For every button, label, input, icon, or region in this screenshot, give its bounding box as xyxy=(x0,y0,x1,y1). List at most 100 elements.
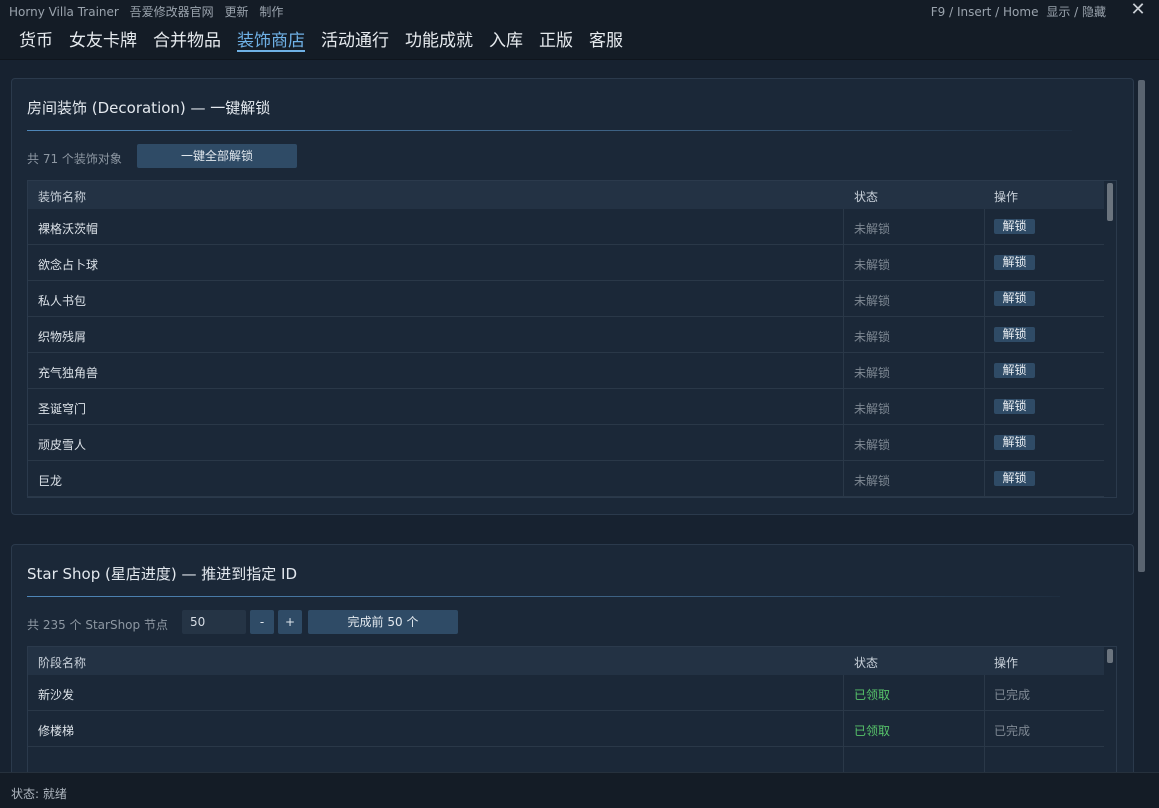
table-row: 圣诞穹门 未解锁 解锁 xyxy=(28,389,1106,425)
toggle-visibility-label[interactable]: 显示 / 隐藏 xyxy=(1046,5,1106,19)
column-header-status: 状态 xyxy=(854,190,879,204)
column-separator xyxy=(843,747,844,772)
close-icon[interactable]: ✕ xyxy=(1129,0,1147,20)
tab-girlfriend-cards[interactable]: 女友卡牌 xyxy=(69,26,137,52)
status-text: 状态: 就绪 xyxy=(11,787,67,801)
table-scrollbar-thumb[interactable] xyxy=(1107,649,1113,663)
main-scrollbar[interactable] xyxy=(1138,80,1145,572)
hotkey-hint: F9 / Insert / Home xyxy=(930,5,1039,19)
unlock-button[interactable]: 解锁 xyxy=(994,255,1035,270)
decoration-status: 未解锁 xyxy=(854,474,891,488)
divider xyxy=(27,596,1060,597)
tab-event-pass[interactable]: 活动通行 xyxy=(321,26,389,52)
column-separator xyxy=(843,711,844,747)
tab-decoration-shop[interactable]: 装饰商店 xyxy=(237,26,305,52)
unlock-button[interactable]: 解锁 xyxy=(994,471,1035,486)
column-separator xyxy=(984,245,985,281)
column-separator xyxy=(843,245,844,281)
column-separator xyxy=(843,353,844,389)
column-separator xyxy=(984,317,985,353)
column-header-name: 装饰名称 xyxy=(38,190,87,204)
decoration-name: 顽皮雪人 xyxy=(38,438,87,452)
title-bar-right: F9 / Insert / Home 显示 / 隐藏 xyxy=(927,3,1106,20)
unlock-all-button[interactable]: 一键全部解锁 xyxy=(137,144,297,168)
unlock-button[interactable]: 解锁 xyxy=(994,363,1035,378)
tab-currency[interactable]: 货币 xyxy=(19,26,53,52)
table-row: 巨龙 未解锁 解锁 xyxy=(28,461,1106,497)
stage-name: 新沙发 xyxy=(38,688,75,702)
column-separator xyxy=(843,209,844,245)
column-separator xyxy=(984,461,985,497)
decoration-name: 圣诞穹门 xyxy=(38,402,87,416)
column-separator xyxy=(843,675,844,711)
decoration-status: 未解锁 xyxy=(854,222,891,236)
column-header-action: 操作 xyxy=(994,190,1019,204)
column-separator xyxy=(843,317,844,353)
table-row: 顽皮雪人 未解锁 解锁 xyxy=(28,425,1106,461)
decoration-panel-title: 房间装饰 (Decoration) — 一键解锁 xyxy=(27,99,271,117)
stage-status: 已领取 xyxy=(854,688,891,702)
starshop-table: 阶段名称 状态 操作 新沙发 已领取 已完成 修楼梯 已领取 已完成 xyxy=(27,646,1117,772)
increment-button[interactable]: + xyxy=(278,610,302,634)
decoration-name: 私人书包 xyxy=(38,294,87,308)
column-separator xyxy=(984,209,985,245)
column-separator xyxy=(843,281,844,317)
starshop-count: 共 235 个 StarShop 节点 xyxy=(27,618,168,632)
decoration-status: 未解锁 xyxy=(854,330,891,344)
column-separator xyxy=(984,281,985,317)
complete-first-n-button[interactable]: 完成前 50 个 xyxy=(308,610,458,634)
column-separator xyxy=(843,425,844,461)
table-row: 裸格沃茨帽 未解锁 解锁 xyxy=(28,209,1106,245)
unlock-button[interactable]: 解锁 xyxy=(994,327,1035,342)
table-row: 修楼梯 已领取 已完成 xyxy=(28,711,1106,747)
title-bar: Horny Villa Trainer 吾爱修改器官网 更新 制作 F9 / I… xyxy=(0,0,1159,22)
unlock-button[interactable]: 解锁 xyxy=(994,291,1035,306)
tab-import[interactable]: 入库 xyxy=(489,26,523,52)
column-header-stage: 阶段名称 xyxy=(38,656,87,670)
table-row: 欲念占卜球 未解锁 解锁 xyxy=(28,245,1106,281)
tab-features-achievements[interactable]: 功能成就 xyxy=(405,26,473,52)
table-row: 充气独角兽 未解锁 解锁 xyxy=(28,353,1106,389)
table-scrollbar[interactable] xyxy=(1104,181,1116,497)
decoration-name: 织物残屑 xyxy=(38,330,87,344)
table-row: 织物残屑 未解锁 解锁 xyxy=(28,317,1106,353)
table-header: 装饰名称 状态 操作 xyxy=(28,181,1106,209)
main-tab-bar: 货币 女友卡牌 合并物品 装饰商店 活动通行 功能成就 入库 正版 客服 xyxy=(0,22,1159,60)
tab-genuine[interactable]: 正版 xyxy=(539,26,573,52)
divider xyxy=(27,130,1072,131)
table-scrollbar[interactable] xyxy=(1104,647,1116,772)
column-separator xyxy=(984,389,985,425)
link-credits[interactable]: 制作 xyxy=(259,5,283,19)
table-row: 私人书包 未解锁 解锁 xyxy=(28,281,1106,317)
app-title: Horny Villa Trainer xyxy=(9,5,119,19)
tab-merge-items[interactable]: 合并物品 xyxy=(153,26,221,52)
decoration-count: 共 71 个装饰对象 xyxy=(27,152,122,166)
decrement-button[interactable]: - xyxy=(250,610,274,634)
link-official-site[interactable]: 吾爱修改器官网 xyxy=(130,5,214,19)
starshop-panel: Star Shop (星店进度) — 推进到指定 ID 共 235 个 Star… xyxy=(11,544,1134,772)
column-header-status: 状态 xyxy=(854,656,879,670)
link-update[interactable]: 更新 xyxy=(225,5,249,19)
table-scrollbar-thumb[interactable] xyxy=(1107,183,1113,221)
title-bar-left: Horny Villa Trainer 吾爱修改器官网 更新 制作 xyxy=(9,3,290,20)
tab-support[interactable]: 客服 xyxy=(589,26,623,52)
unlock-button[interactable]: 解锁 xyxy=(994,435,1035,450)
unlock-button[interactable]: 解锁 xyxy=(994,219,1035,234)
decoration-status: 未解锁 xyxy=(854,258,891,272)
decoration-status: 未解锁 xyxy=(854,366,891,380)
column-separator xyxy=(984,675,985,711)
starshop-target-input[interactable]: 50 xyxy=(182,610,246,634)
stage-action: 已完成 xyxy=(994,688,1031,702)
column-separator xyxy=(843,461,844,497)
table-row xyxy=(28,747,1106,772)
unlock-button[interactable]: 解锁 xyxy=(994,399,1035,414)
table-row: 新沙发 已领取 已完成 xyxy=(28,675,1106,711)
decoration-name: 裸格沃茨帽 xyxy=(38,222,99,236)
content-area: 房间装饰 (Decoration) — 一键解锁 共 71 个装饰对象 一键全部… xyxy=(0,60,1159,772)
stage-name: 修楼梯 xyxy=(38,724,75,738)
decoration-table: 装饰名称 状态 操作 裸格沃茨帽 未解锁 解锁 欲念占卜球 未解锁 解锁 私人书… xyxy=(27,180,1117,498)
decoration-status: 未解锁 xyxy=(854,402,891,416)
column-separator xyxy=(843,389,844,425)
decoration-panel: 房间装饰 (Decoration) — 一键解锁 共 71 个装饰对象 一键全部… xyxy=(11,78,1134,515)
decoration-status: 未解锁 xyxy=(854,294,891,308)
